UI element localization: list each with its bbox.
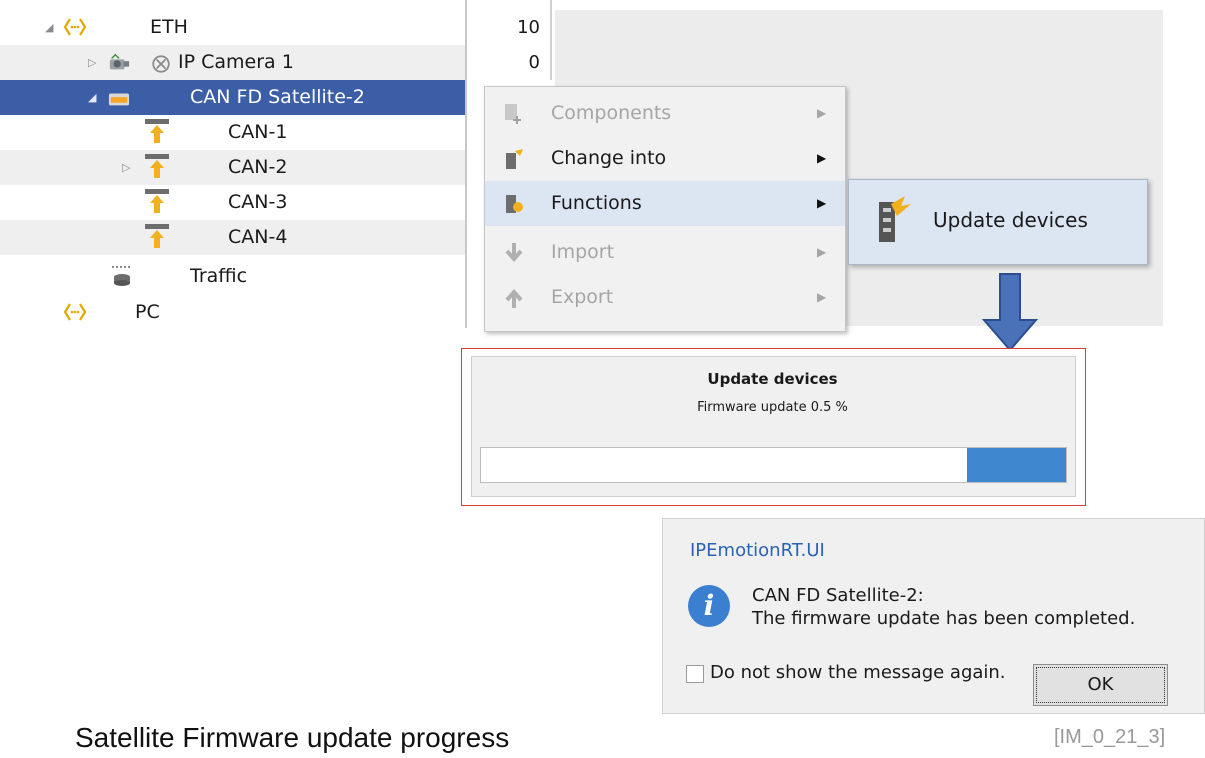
dialog-title: Update devices <box>707 370 838 388</box>
menu-item-label: Export <box>551 286 614 308</box>
info-icon: i <box>688 585 730 627</box>
column-divider <box>465 0 467 328</box>
menu-item-functions[interactable]: Functions ▶ <box>485 181 845 226</box>
tree-row-label: CAN-3 <box>228 191 288 213</box>
tree-row-eth[interactable]: ◢ ETH <box>0 10 465 45</box>
expand-icon[interactable]: ▷ <box>122 150 130 185</box>
components-icon <box>505 104 521 124</box>
tree-row-can-1[interactable]: CAN-1 <box>0 115 465 150</box>
network-node-icon <box>64 303 86 321</box>
can-channel-icon <box>145 119 169 143</box>
device-tree: ◢ ETH 10 ▷ IP Camera 1 0 ◢ CAN FD Satell… <box>0 0 555 328</box>
menu-item-update-devices[interactable]: Update devices <box>933 208 1088 232</box>
tree-row-label: CAN-1 <box>228 121 288 143</box>
tree-row-label: CAN FD Satellite-2 <box>190 86 365 108</box>
message-text-line1: CAN FD Satellite-2: <box>752 585 924 606</box>
collapse-icon[interactable]: ◢ <box>45 10 53 45</box>
message-text-line2: The firmware update has been completed. <box>752 608 1136 629</box>
traffic-icon <box>112 266 132 286</box>
figure-reference: [IM_0_21_3] <box>1054 726 1166 748</box>
tree-row-can-fd-satellite[interactable]: ◢ CAN FD Satellite-2 <box>0 80 465 115</box>
progress-bar <box>480 447 1067 483</box>
tree-row-can-4[interactable]: CAN-4 <box>0 220 465 255</box>
update-devices-icon <box>879 196 911 242</box>
status-icon <box>152 55 170 73</box>
tree-row-label: ETH <box>150 16 188 38</box>
can-channel-icon <box>145 189 169 213</box>
menu-item-components[interactable]: Components ▶ <box>485 91 845 136</box>
can-channel-icon <box>145 154 169 178</box>
column-divider-right <box>550 0 552 80</box>
dont-show-again-checkbox[interactable] <box>686 665 704 683</box>
submenu-arrow-icon: ▶ <box>817 106 827 120</box>
change-into-icon <box>506 149 523 169</box>
tree-row-traffic[interactable]: Traffic <box>0 260 465 292</box>
menu-item-label: Change into <box>551 147 667 169</box>
row-count: 10 <box>517 17 540 38</box>
export-arrow-icon <box>505 288 523 308</box>
tree-row-label: Traffic <box>190 265 248 287</box>
network-node-icon <box>64 18 86 36</box>
figure-caption: Satellite Firmware update progress <box>75 722 510 753</box>
camera-icon <box>109 53 130 70</box>
menu-item-label: Components <box>551 102 672 124</box>
tree-row-label: IP Camera 1 <box>178 51 294 73</box>
import-arrow-icon <box>505 243 523 263</box>
tree-row-can-2[interactable]: ▷ CAN-2 <box>0 150 465 185</box>
menu-item-export[interactable]: Export ▶ <box>485 275 845 320</box>
menu-item-label: Functions <box>551 192 642 214</box>
expand-icon[interactable]: ▷ <box>88 45 96 80</box>
submenu-arrow-icon: ▶ <box>817 151 827 165</box>
functions-icon <box>506 195 523 213</box>
ok-button[interactable]: OK <box>1033 664 1168 706</box>
checkbox-label[interactable]: Do not show the message again. <box>710 662 1006 683</box>
functions-submenu[interactable]: Update devices <box>848 179 1148 265</box>
row-count: 0 <box>528 52 540 73</box>
submenu-arrow-icon: ▶ <box>817 196 827 210</box>
tree-row-pc[interactable]: PC <box>0 295 465 330</box>
menu-item-import[interactable]: Import ▶ <box>485 230 845 275</box>
context-menu: Components ▶ Change into ▶ Functions ▶ I… <box>484 86 846 332</box>
menu-item-label: Import <box>551 241 615 263</box>
tree-row-ip-camera[interactable]: ▷ IP Camera 1 <box>0 45 465 80</box>
tree-row-label: CAN-4 <box>228 226 288 248</box>
tree-row-label: CAN-2 <box>228 156 288 178</box>
menu-item-change-into[interactable]: Change into ▶ <box>485 136 845 181</box>
tree-row-can-3[interactable]: CAN-3 <box>0 185 465 220</box>
satellite-device-icon <box>108 93 130 106</box>
submenu-arrow-icon: ▶ <box>817 290 827 304</box>
progress-status-text: Firmware update 0.5 % <box>697 400 848 415</box>
collapse-icon[interactable]: ◢ <box>88 80 96 115</box>
down-arrow-icon <box>981 273 1039 352</box>
progress-bar-fill <box>967 448 1066 482</box>
submenu-arrow-icon: ▶ <box>817 245 827 259</box>
tree-row-label: PC <box>135 301 160 323</box>
message-box-title: IPEmotionRT.UI <box>690 540 825 561</box>
can-channel-icon <box>145 224 169 248</box>
